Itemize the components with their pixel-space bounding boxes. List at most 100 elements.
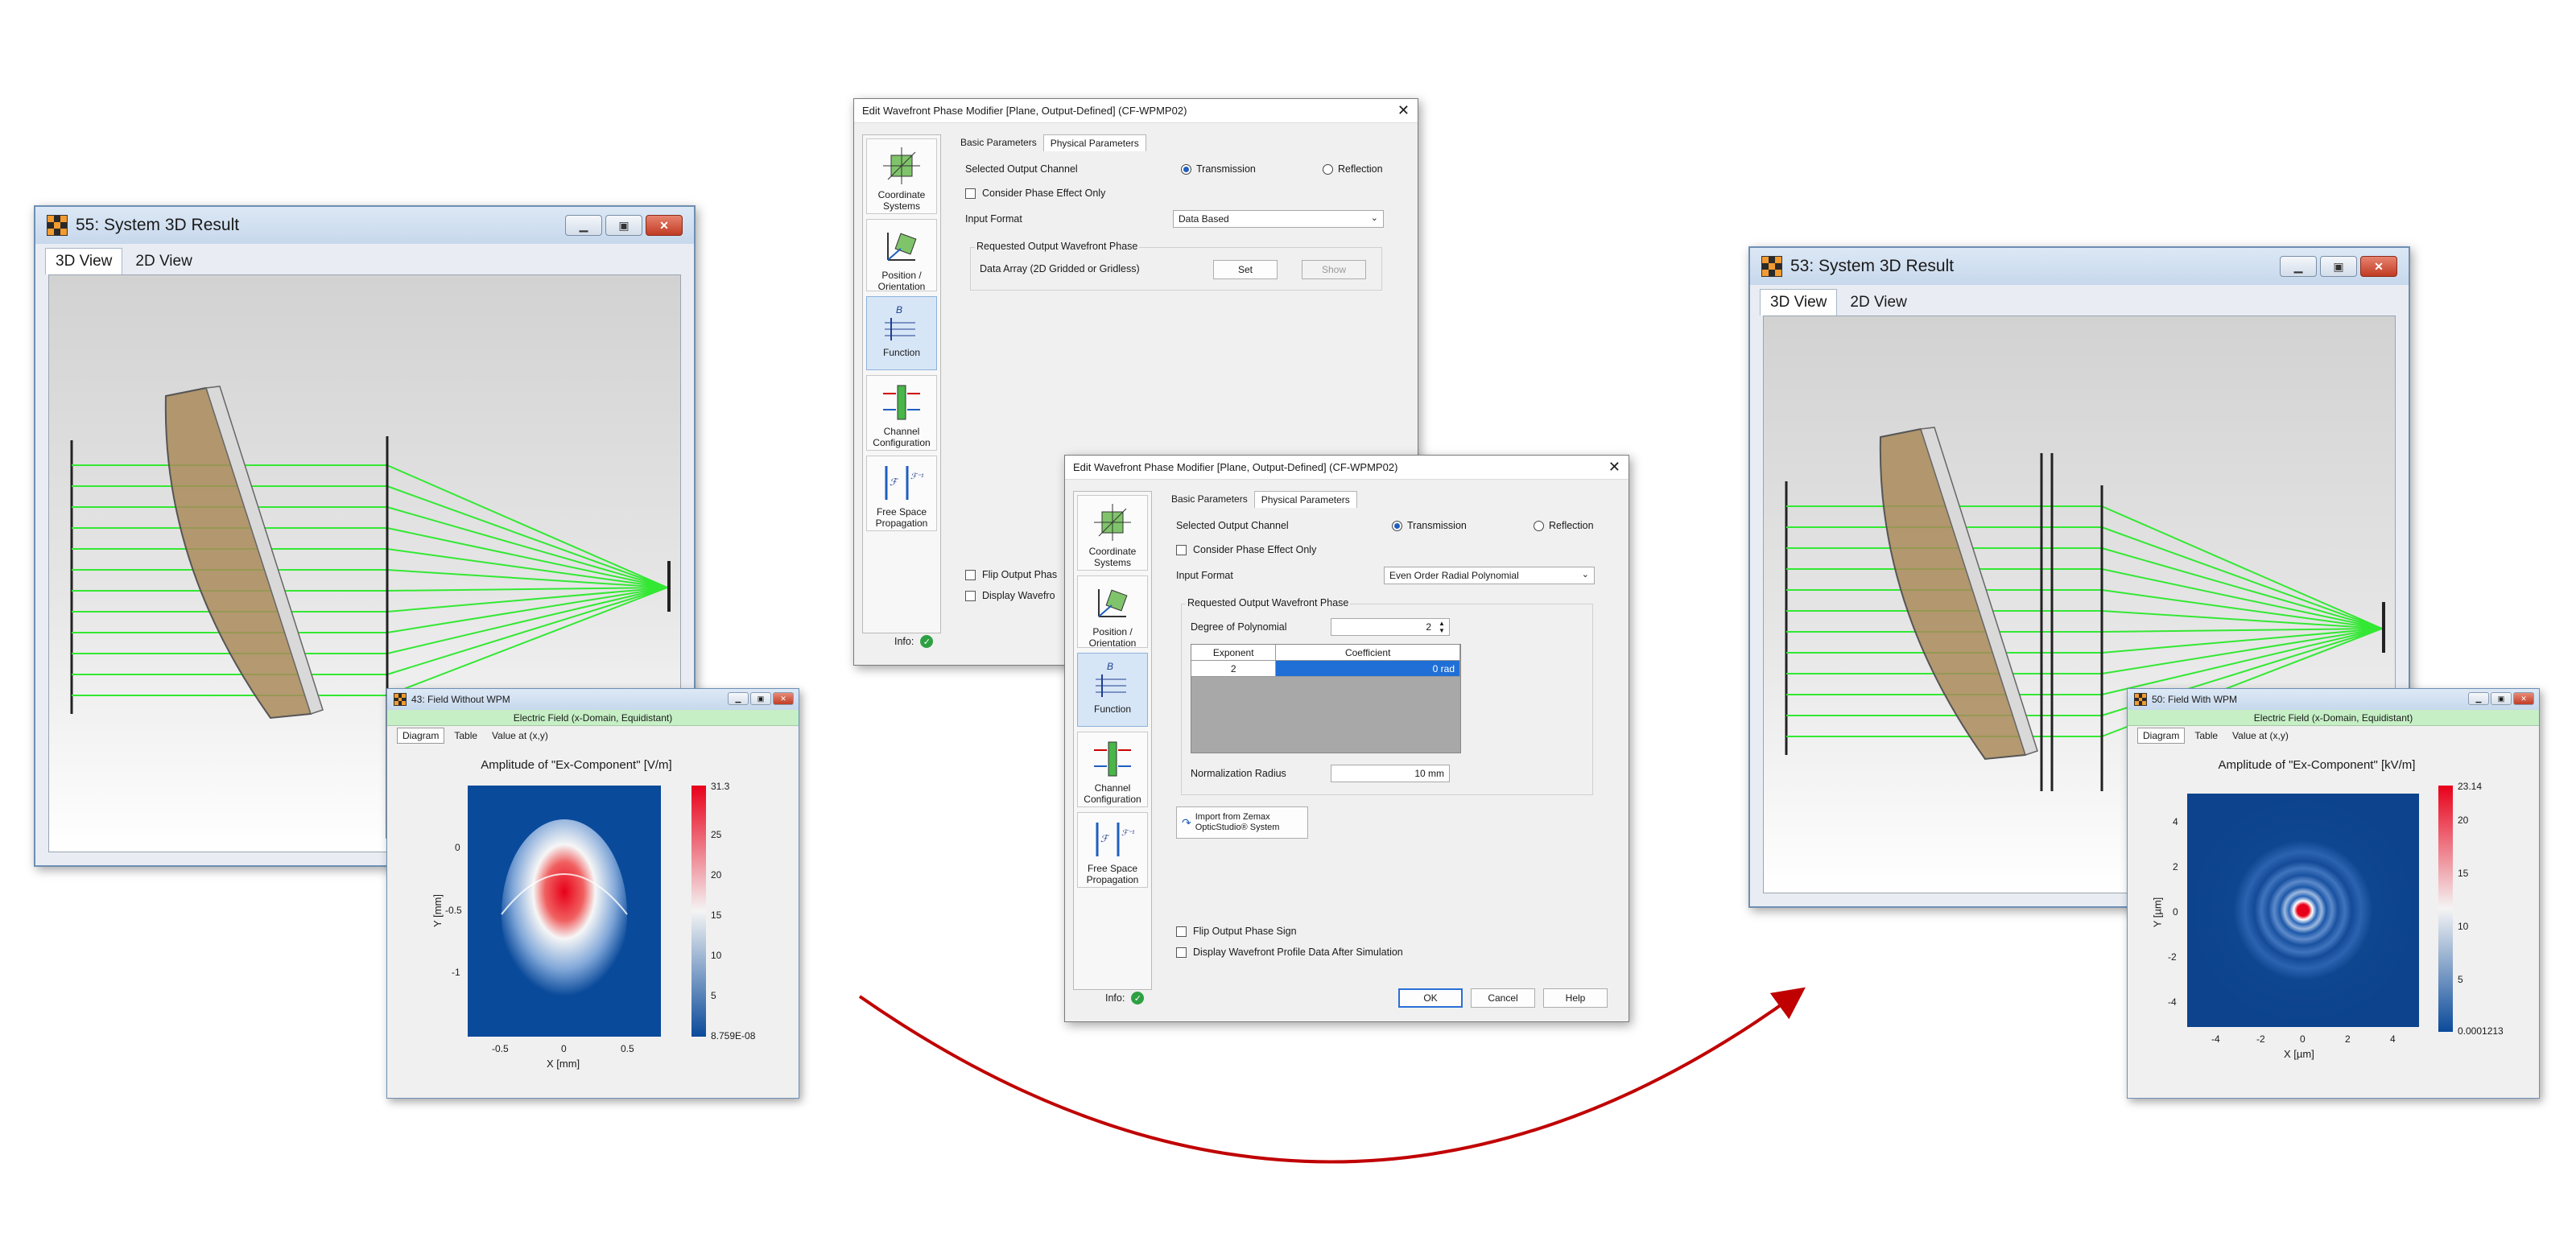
close-icon[interactable]: ✕ xyxy=(1608,459,1620,476)
app-icon xyxy=(1761,256,1782,277)
checkbox-icon xyxy=(1176,544,1187,555)
chevron-down-icon: ⌄ xyxy=(1581,570,1589,580)
sidebar-item-position-orientation[interactable]: Position / Orientation xyxy=(1077,575,1148,649)
flip-output-phase-checkbox[interactable]: Flip Output Phase Sign xyxy=(1176,926,1297,937)
tab-diagram[interactable]: Diagram xyxy=(397,728,445,744)
colorbar-tick: 31.3 xyxy=(711,781,730,792)
selected-output-channel-label: Selected Output Channel xyxy=(1176,520,1289,531)
dialog-titlebar[interactable]: Edit Wavefront Phase Modifier [Plane, Ou… xyxy=(1065,456,1629,480)
function-icon: B xyxy=(1096,661,1126,697)
tab-diagram[interactable]: Diagram xyxy=(2137,728,2186,744)
tab-basic-parameters[interactable]: Basic Parameters xyxy=(1165,491,1254,508)
show-button[interactable]: Show xyxy=(1302,260,1366,279)
tab-physical-parameters[interactable]: Physical Parameters xyxy=(1253,491,1357,508)
sidebar-item-channel-configuration[interactable]: Channel Configuration xyxy=(866,375,937,451)
sidebar-item-free-space-propagation[interactable]: ℱ ℱ⁻¹ Free Space Propagation xyxy=(1077,812,1148,888)
sidebar-item-label: Free Space xyxy=(876,506,927,518)
close-button[interactable]: ✕ xyxy=(2513,692,2534,705)
x-axis-label: X [mm] xyxy=(547,1058,580,1070)
colorbar-tick: 8.759E-08 xyxy=(711,1030,756,1041)
stepper-arrows-icon[interactable]: ▲ ▼ xyxy=(1436,620,1447,634)
x-axis-label: X [µm] xyxy=(2284,1048,2314,1060)
flip-output-phase-checkbox[interactable]: Flip Output Phas xyxy=(965,569,1057,580)
radio-icon xyxy=(1392,520,1402,531)
sidebar-item-channel-configuration[interactable]: Channel Configuration xyxy=(1077,732,1148,807)
x-tick: -0.5 xyxy=(492,1043,509,1054)
table-header-exponent: Exponent xyxy=(1191,645,1277,661)
reflection-radio[interactable]: Reflection xyxy=(1323,163,1383,175)
display-wavefront-checkbox[interactable]: Display Wavefro xyxy=(965,590,1055,601)
dialog-title: Edit Wavefront Phase Modifier [Plane, Ou… xyxy=(862,105,1187,117)
dialog-titlebar[interactable]: Edit Wavefront Phase Modifier [Plane, Ou… xyxy=(854,99,1418,123)
table-cell-exponent[interactable]: 2 xyxy=(1191,661,1277,677)
dialog-sidebar: Coordinate Systems Position / Orientatio… xyxy=(1073,491,1152,990)
x-tick: 4 xyxy=(2390,1033,2396,1045)
restore-button[interactable]: ▣ xyxy=(2320,256,2357,277)
colorbar-tick: 10 xyxy=(711,950,722,961)
degree-of-polynomial-stepper[interactable]: 2 ▲ ▼ xyxy=(1331,618,1450,636)
sidebar-item-label: Orientation xyxy=(1088,637,1137,649)
amplitude-plot[interactable] xyxy=(2187,794,2419,1027)
close-button[interactable]: ✕ xyxy=(773,692,794,705)
tab-2d-view[interactable]: 2D View xyxy=(1840,290,1916,316)
import-zemax-button[interactable]: ↷ Import from Zemax OpticStudio® System xyxy=(1176,806,1308,839)
display-wavefront-checkbox[interactable]: Display Wavefront Profile Data After Sim… xyxy=(1176,947,1403,958)
input-format-select[interactable]: Even Order Radial Polynomial ⌄ xyxy=(1384,567,1595,584)
coordinate-systems-icon xyxy=(883,147,920,184)
x-tick: 0.5 xyxy=(621,1043,634,1054)
y-axis-label: Y [µm] xyxy=(2151,897,2164,928)
consider-phase-checkbox[interactable]: Consider Phase Effect Only xyxy=(1176,544,1316,555)
sidebar-item-label: Function xyxy=(1093,703,1132,715)
sidebar-item-coordinate-systems[interactable]: Coordinate Systems xyxy=(1077,495,1148,571)
left-window-titlebar[interactable]: 55: System 3D Result ▁ ▣ ✕ xyxy=(35,207,694,244)
consider-phase-checkbox[interactable]: Consider Phase Effect Only xyxy=(965,188,1105,199)
field-window-titlebar[interactable]: 50: Field With WPM ▁ ▣ ✕ xyxy=(2128,689,2539,710)
tab-table[interactable]: Table xyxy=(449,728,482,743)
tab-value-at-xy[interactable]: Value at (x,y) xyxy=(2227,728,2293,743)
tab-physical-parameters[interactable]: Physical Parameters xyxy=(1042,134,1146,151)
radio-icon xyxy=(1323,163,1333,175)
close-button[interactable]: ✕ xyxy=(646,215,683,236)
transmission-radio[interactable]: Transmission xyxy=(1181,163,1256,175)
tab-basic-parameters[interactable]: Basic Parameters xyxy=(954,134,1043,151)
field-window-titlebar[interactable]: 43: Field Without WPM ▁ ▣ ✕ xyxy=(387,689,799,710)
close-button[interactable]: ✕ xyxy=(2360,256,2397,277)
amplitude-plot[interactable] xyxy=(468,786,661,1037)
tab-value-at-xy[interactable]: Value at (x,y) xyxy=(487,728,553,743)
transmission-radio[interactable]: Transmission xyxy=(1392,520,1467,531)
minimize-button[interactable]: ▁ xyxy=(2280,256,2317,277)
colorbar-tick: 10 xyxy=(2458,921,2469,932)
coefficient-table: Exponent Coefficient 2 0 rad xyxy=(1191,644,1461,753)
minimize-button[interactable]: ▁ xyxy=(728,692,749,705)
close-icon[interactable]: ✕ xyxy=(1397,102,1410,119)
y-tick: -2 xyxy=(2168,951,2177,963)
sidebar-item-function[interactable]: B Function xyxy=(866,296,937,370)
sidebar-item-label: Systems xyxy=(1093,557,1131,568)
curved-arrow xyxy=(858,987,1806,1164)
sidebar-item-free-space-propagation[interactable]: ℱ ℱ⁻¹ Free Space Propagation xyxy=(866,456,937,531)
sidebar-item-position-orientation[interactable]: Position / Orientation xyxy=(866,219,937,292)
colorbar-tick: 20 xyxy=(711,869,722,881)
sidebar-item-function[interactable]: B Function xyxy=(1077,653,1148,727)
input-format-select[interactable]: Data Based ⌄ xyxy=(1173,210,1384,228)
right-window-titlebar[interactable]: 53: System 3D Result ▁ ▣ ✕ xyxy=(1750,248,2409,285)
minimize-button[interactable]: ▁ xyxy=(2468,692,2489,705)
y-tick: 4 xyxy=(2173,816,2178,827)
tab-table[interactable]: Table xyxy=(2190,728,2223,743)
tab-3d-view[interactable]: 3D View xyxy=(45,248,123,274)
sidebar-item-coordinate-systems[interactable]: Coordinate Systems xyxy=(866,138,937,214)
sidebar-item-label: Position / xyxy=(881,270,922,281)
restore-button[interactable]: ▣ xyxy=(605,215,642,236)
restore-button[interactable]: ▣ xyxy=(750,692,771,705)
normalization-radius-field[interactable]: 10 mm xyxy=(1331,765,1450,782)
tab-2d-view[interactable]: 2D View xyxy=(126,249,201,274)
minimize-button[interactable]: ▁ xyxy=(565,215,602,236)
tab-3d-view[interactable]: 3D View xyxy=(1760,289,1838,316)
table-row[interactable]: 2 0 rad xyxy=(1191,661,1460,677)
reflection-radio[interactable]: Reflection xyxy=(1534,520,1594,531)
set-button[interactable]: Set xyxy=(1213,260,1278,279)
table-cell-coefficient[interactable]: 0 rad xyxy=(1276,661,1460,677)
y-tick: 0 xyxy=(455,842,460,853)
restore-button[interactable]: ▣ xyxy=(2491,692,2512,705)
input-format-label: Input Format xyxy=(965,213,1022,225)
